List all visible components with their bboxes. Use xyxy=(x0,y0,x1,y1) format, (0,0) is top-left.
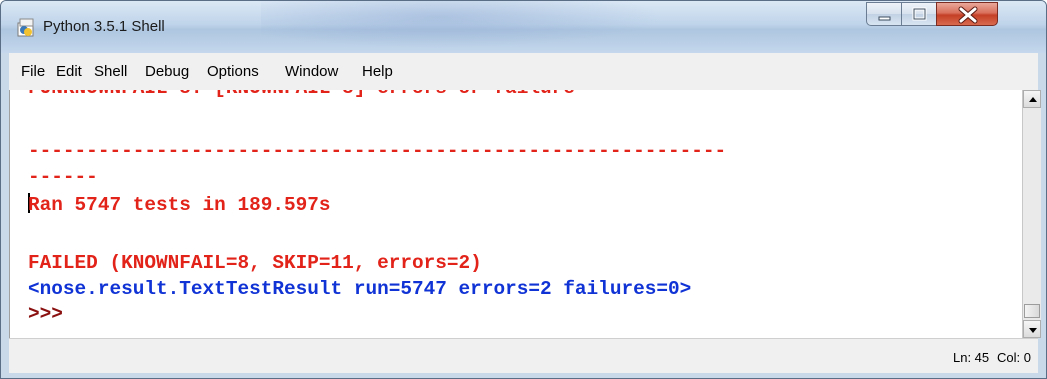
separator-line-continued: ------ xyxy=(28,166,98,188)
menu-help[interactable]: Help xyxy=(362,63,393,80)
python-idle-icon xyxy=(17,18,34,37)
minimize-button[interactable] xyxy=(866,2,902,26)
menu-file[interactable]: File xyxy=(21,63,45,80)
vertical-scrollbar[interactable] xyxy=(1022,90,1041,338)
status-bar: Ln: 45 Col: 0 xyxy=(9,338,1038,373)
menu-options[interactable]: Options xyxy=(207,63,259,80)
scrollbar-thumb[interactable] xyxy=(1024,304,1040,318)
idle-shell-window: Python 3.5.1 Shell File Edit Shell Debug… xyxy=(0,0,1047,379)
menu-bar: File Edit Shell Debug Options Window Hel… xyxy=(9,53,1038,91)
result-object-line: <nose.result.TextTestResult run=5747 err… xyxy=(28,278,692,300)
menu-shell[interactable]: Shell xyxy=(94,63,127,80)
status-column-number: Col: 0 xyxy=(997,350,1031,365)
shell-output-area[interactable]: FUNKNOWNFAIL=8: [KNOWNFAIL=8] errors or … xyxy=(9,90,1023,338)
menu-window[interactable]: Window xyxy=(285,63,338,80)
title-bar[interactable]: Python 3.5.1 Shell xyxy=(1,1,1046,53)
ran-tests-line: Ran 5747 tests in 189.597s xyxy=(28,194,331,216)
minimize-icon xyxy=(878,16,891,21)
close-icon xyxy=(958,6,978,24)
maximize-button[interactable] xyxy=(901,2,937,26)
scroll-up-button[interactable] xyxy=(1023,90,1041,108)
separator-line: ----------------------------------------… xyxy=(28,140,727,162)
maximize-icon xyxy=(912,7,927,21)
scroll-down-button[interactable] xyxy=(1023,320,1041,338)
shell-prompt[interactable]: >>> xyxy=(28,303,63,325)
menu-edit[interactable]: Edit xyxy=(56,63,82,80)
menu-debug[interactable]: Debug xyxy=(145,63,189,80)
arrow-down-icon xyxy=(1029,328,1037,333)
status-line-number: Ln: 45 xyxy=(953,350,990,365)
close-button[interactable] xyxy=(936,2,998,26)
failed-summary-line: FAILED (KNOWNFAIL=8, SKIP=11, errors=2) xyxy=(28,252,482,274)
arrow-up-icon xyxy=(1029,97,1037,102)
window-title: Python 3.5.1 Shell xyxy=(43,18,165,35)
partial-output-line: FUNKNOWNFAIL=8: [KNOWNFAIL=8] errors or … xyxy=(28,90,575,99)
